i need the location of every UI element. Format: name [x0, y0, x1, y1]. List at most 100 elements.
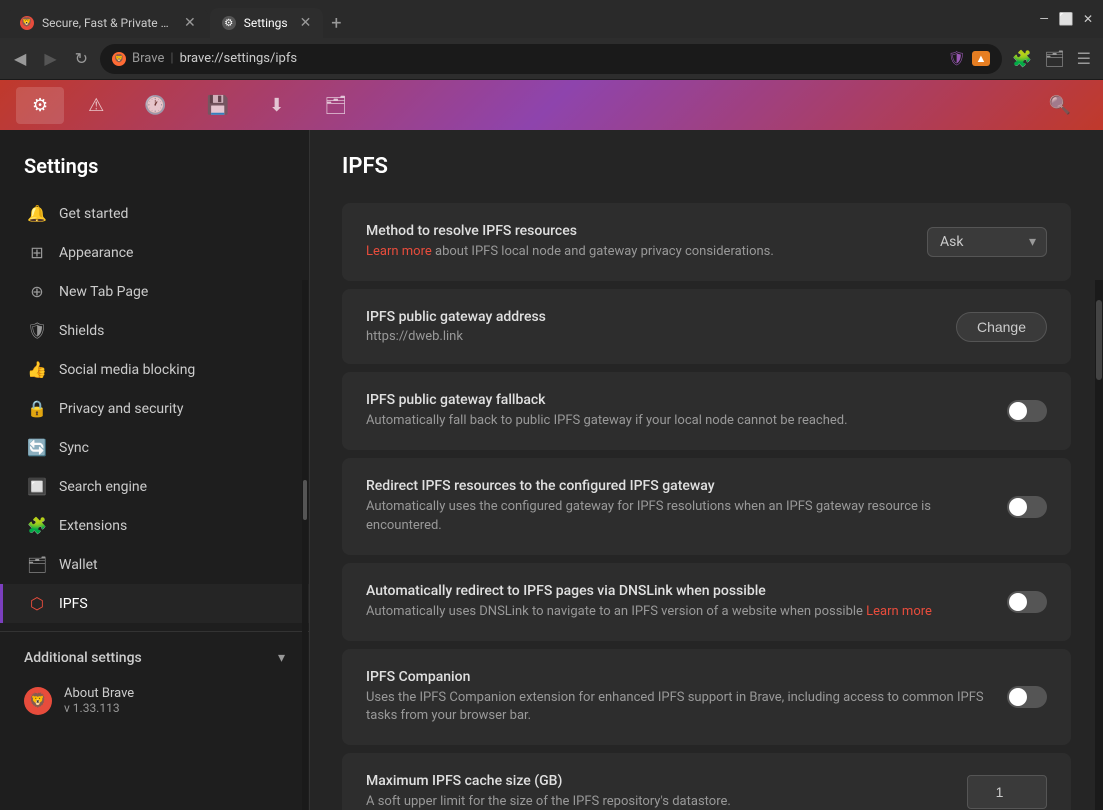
settings-row-max-cache: Maximum IPFS cache size (GB) A soft uppe…	[342, 753, 1071, 810]
about-brave-label: About Brave	[64, 686, 134, 701]
about-brave-icon: 🦁	[24, 687, 52, 715]
settings-row-info-companion: IPFS Companion Uses the IPFS Companion e…	[366, 669, 991, 725]
sidebar-item-shields[interactable]: 🛡 Shields	[0, 311, 309, 350]
maximize-button[interactable]: ⬜	[1059, 12, 1073, 26]
settings-row-info-dnslink: Automatically redirect to IPFS pages via…	[366, 583, 991, 621]
nav-bar: ◀ ▶ ↻ 🦁 Brave | brave://settings/ipfs 🛡 …	[0, 38, 1103, 80]
settings-row-auto-redirect: Automatically redirect to IPFS pages via…	[342, 563, 1071, 641]
tab-2-favicon: ⚙	[222, 16, 236, 30]
sidebar-item-label-sync: Sync	[59, 440, 89, 456]
address-path: brave://settings/ipfs	[180, 51, 298, 66]
gateway-address-title: IPFS public gateway address	[366, 309, 940, 325]
refresh-button[interactable]: ↻	[69, 45, 94, 72]
sidebar-item-label-get-started: Get started	[59, 206, 128, 222]
auto-redirect-title: Automatically redirect to IPFS pages via…	[366, 583, 991, 599]
sidebar-item-wallet[interactable]: 🗂 Wallet	[0, 545, 309, 584]
tab-1-close[interactable]: ✕	[184, 15, 196, 31]
extensions-sidebar-icon: 🧩	[27, 516, 47, 535]
extensions-icon[interactable]: 🧩	[1008, 45, 1036, 72]
nav-extras: 🧩 🗂 ☰	[1008, 45, 1095, 72]
sidebar-additional-settings[interactable]: Additional settings ▾	[0, 640, 309, 676]
toolbar-settings-icon[interactable]: ⚙	[16, 87, 64, 124]
menu-icon[interactable]: ☰	[1073, 45, 1095, 72]
method-resolve-learn-more-link[interactable]: Learn more	[366, 244, 432, 259]
address-bar[interactable]: 🦁 Brave | brave://settings/ipfs 🛡 ▲	[100, 44, 1002, 74]
settings-card-gateway-fallback: IPFS public gateway fallback Automatical…	[342, 372, 1071, 450]
sidebar-item-appearance[interactable]: ⊞ Appearance	[0, 233, 309, 272]
back-button[interactable]: ◀	[8, 45, 32, 72]
sidebar-item-social-media-blocking[interactable]: 👍 Social media blocking	[0, 350, 309, 389]
toolbar-wallet-icon[interactable]: 🗂	[308, 87, 363, 124]
method-resolve-dropdown[interactable]: Ask	[927, 227, 1047, 257]
sidebar-item-label-wallet: Wallet	[59, 557, 98, 573]
gateway-fallback-title: IPFS public gateway fallback	[366, 392, 991, 408]
max-cache-title: Maximum IPFS cache size (GB)	[366, 773, 951, 789]
toolbar-downloads-icon[interactable]: ⬇	[253, 87, 300, 124]
main-content: Settings 🔔 Get started ⊞ Appearance ⊕ Ne…	[0, 130, 1103, 810]
method-resolve-desc: Learn more about IPFS local node and gat…	[366, 243, 911, 261]
settings-row-gateway-fallback: IPFS public gateway fallback Automatical…	[342, 372, 1071, 450]
settings-card-gateway-address: IPFS public gateway address https://dweb…	[342, 289, 1071, 364]
settings-toolbar: ⚙ ⚠ 🕐 💾 ⬇ 🗂 🔍	[0, 80, 1103, 130]
sidebar: Settings 🔔 Get started ⊞ Appearance ⊕ Ne…	[0, 130, 310, 810]
tab-bar: 🦁 Secure, Fast & Private Web Browser w..…	[8, 0, 1029, 38]
minimize-button[interactable]: —	[1037, 12, 1051, 26]
sidebar-title: Settings	[0, 146, 309, 194]
ipfs-icon: ⬡	[27, 594, 47, 613]
settings-card-redirect-resources: Redirect IPFS resources to the configure…	[342, 458, 1071, 554]
content-scrollbar[interactable]	[1095, 280, 1103, 810]
sync-icon: 🔄	[27, 438, 47, 457]
sidebar-item-new-tab-page[interactable]: ⊕ New Tab Page	[0, 272, 309, 311]
tab-1[interactable]: 🦁 Secure, Fast & Private Web Browser w..…	[8, 8, 208, 38]
toolbar-history-icon[interactable]: 🕐	[128, 87, 182, 124]
gateway-fallback-toggle[interactable]	[1007, 400, 1047, 422]
redirect-resources-toggle[interactable]	[1007, 496, 1047, 518]
sidebar-item-label-privacy: Privacy and security	[59, 401, 183, 417]
sidebar-item-search-engine[interactable]: 🔲 Search engine	[0, 467, 309, 506]
new-tab-page-icon: ⊕	[27, 282, 47, 301]
settings-row-info-gateway: IPFS public gateway address https://dweb…	[366, 309, 940, 344]
tab-2[interactable]: ⚙ Settings ✕	[210, 8, 324, 38]
ipfs-companion-toggle[interactable]	[1007, 686, 1047, 708]
page-title: IPFS	[342, 154, 1071, 179]
close-button[interactable]: ✕	[1081, 12, 1095, 26]
about-brave-info: About Brave v 1.33.113	[64, 686, 134, 715]
toolbar-bookmarks-icon[interactable]: 💾	[191, 87, 245, 124]
sidebar-item-label-new-tab-page: New Tab Page	[59, 284, 148, 300]
address-domain: Brave	[132, 51, 164, 66]
gateway-fallback-desc: Automatically fall back to public IPFS g…	[366, 412, 991, 430]
about-brave-version: v 1.33.113	[64, 701, 134, 715]
tab-2-close[interactable]: ✕	[300, 15, 312, 31]
address-icons: 🛡 ▲	[948, 51, 991, 67]
method-resolve-desc-text: about IPFS local node and gateway privac…	[432, 244, 774, 259]
sidebar-item-ipfs[interactable]: ⬡ IPFS	[0, 584, 309, 623]
redirect-resources-title: Redirect IPFS resources to the configure…	[366, 478, 991, 494]
new-tab-button[interactable]: +	[323, 9, 349, 38]
sidebar-scrollbar[interactable]	[302, 280, 308, 810]
change-gateway-button[interactable]: Change	[956, 312, 1047, 342]
forward-button[interactable]: ▶	[38, 45, 62, 72]
sidebar-item-get-started[interactable]: 🔔 Get started	[0, 194, 309, 233]
sidebar-item-privacy-and-security[interactable]: 🔒 Privacy and security	[0, 389, 309, 428]
auto-redirect-learn-more-link[interactable]: Learn more	[866, 604, 932, 619]
max-cache-input[interactable]	[967, 775, 1047, 809]
settings-row-method-resolve: Method to resolve IPFS resources Learn m…	[342, 203, 1071, 281]
brave-shield-icon[interactable]: 🛡	[948, 51, 966, 67]
reward-icon[interactable]: ▲	[972, 51, 991, 66]
toolbar-search-icon[interactable]: 🔍	[1033, 87, 1087, 124]
brave-logo-icon: 🦁	[112, 52, 126, 66]
privacy-icon: 🔒	[27, 399, 47, 418]
max-cache-desc: A soft upper limit for the size of the I…	[366, 793, 951, 810]
settings-row-info-method-resolve: Method to resolve IPFS resources Learn m…	[366, 223, 911, 261]
sidebar-item-extensions[interactable]: 🧩 Extensions	[0, 506, 309, 545]
sidebar-item-sync[interactable]: 🔄 Sync	[0, 428, 309, 467]
toolbar-alert-icon[interactable]: ⚠	[72, 87, 120, 124]
wallet-icon[interactable]: 🗂	[1040, 45, 1068, 72]
auto-redirect-desc-before: Automatically uses DNSLink to navigate t…	[366, 604, 866, 619]
settings-card-max-cache: Maximum IPFS cache size (GB) A soft uppe…	[342, 753, 1071, 810]
social-media-icon: 👍	[27, 360, 47, 379]
dropdown-value: Ask	[940, 234, 963, 250]
title-bar: 🦁 Secure, Fast & Private Web Browser w..…	[0, 0, 1103, 38]
tab-2-title: Settings	[244, 16, 288, 30]
auto-redirect-toggle[interactable]	[1007, 591, 1047, 613]
